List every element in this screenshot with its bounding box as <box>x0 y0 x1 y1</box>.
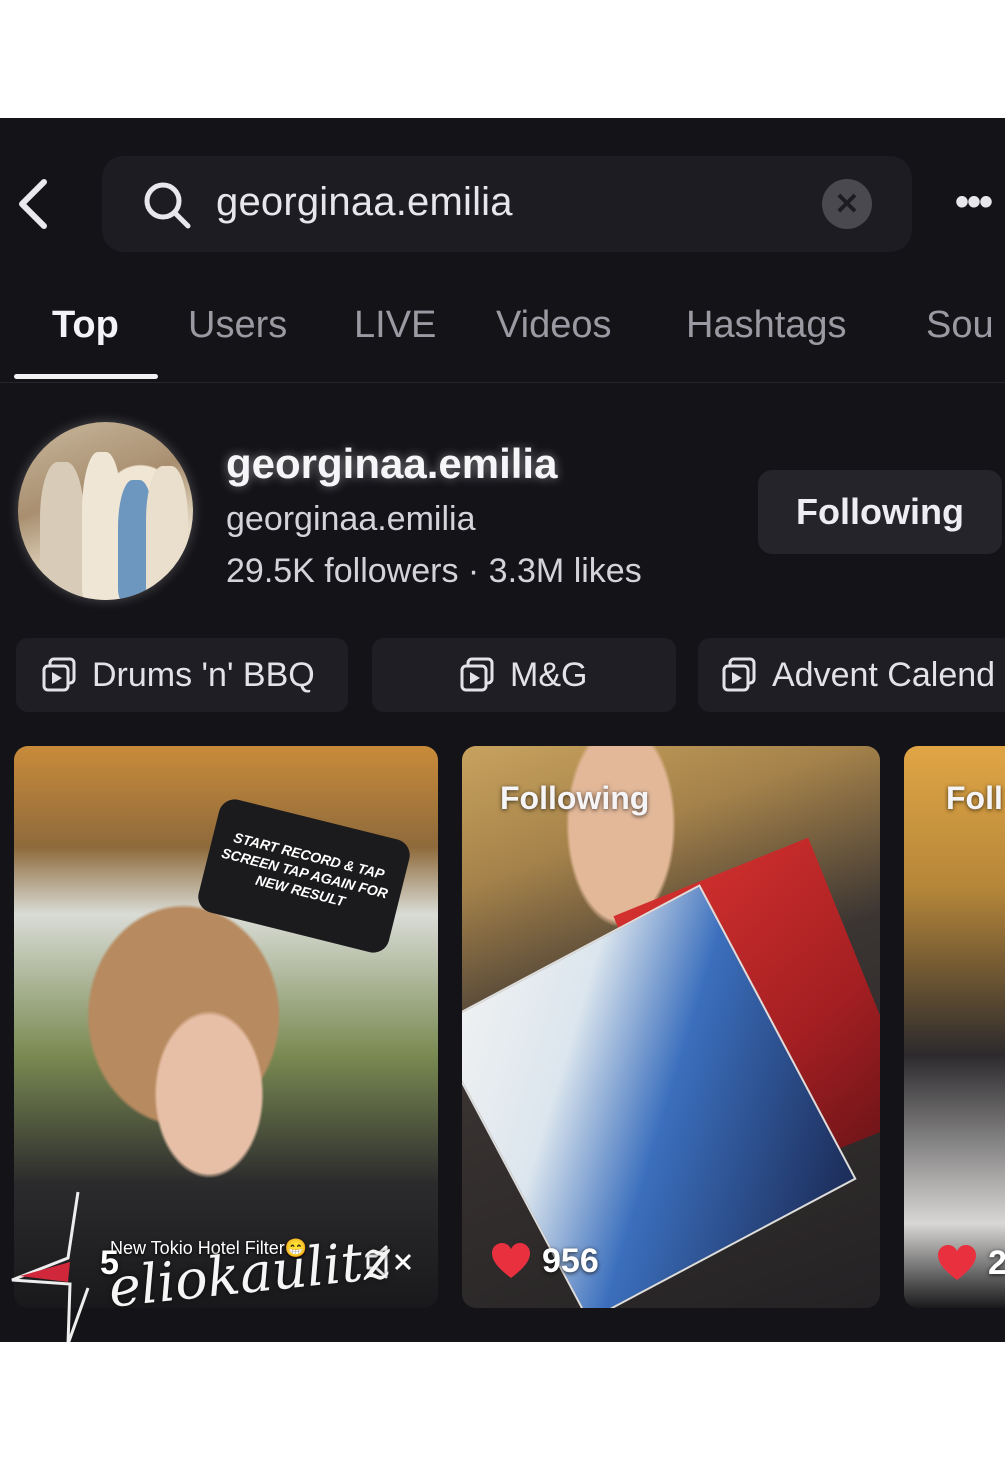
search-results-screen: georginaa.emilia ✕ ••• Top Users LIVE Vi… <box>0 118 1005 1342</box>
filter-sign: START RECORD & TAP SCREEN TAP AGAIN FOR … <box>194 796 414 956</box>
tab-hashtags[interactable]: Hashtags <box>686 304 847 347</box>
star-watermark-icon <box>11 1191 90 1342</box>
playlist-label: Drums 'n' BBQ <box>92 655 315 694</box>
playlist-chip[interactable]: Advent Calend <box>698 638 1005 712</box>
like-count: 956 <box>542 1242 599 1280</box>
tab-users[interactable]: Users <box>188 304 287 347</box>
tab-live[interactable]: LIVE <box>354 304 436 347</box>
results-tabs: Top Users LIVE Videos Hashtags Sou <box>0 296 1005 386</box>
user-handle: georginaa.emilia <box>226 500 476 538</box>
search-icon <box>144 182 191 229</box>
clear-search-icon[interactable]: ✕ <box>822 179 872 229</box>
like-count: 2 <box>988 1244 1005 1282</box>
playlist-chip[interactable]: M&G <box>372 638 676 712</box>
search-input[interactable]: georginaa.emilia <box>216 180 513 225</box>
avatar[interactable] <box>18 422 193 600</box>
tab-top[interactable]: Top <box>52 304 119 347</box>
user-stats: 29.5K followers · 3.3M likes <box>226 552 642 590</box>
tabs-divider <box>0 382 1005 383</box>
playlist-chip[interactable]: Drums 'n' BBQ <box>16 638 348 712</box>
video-card[interactable]: Following 956 <box>462 746 880 1308</box>
active-tab-indicator <box>14 374 158 379</box>
playlist-label: M&G <box>510 655 588 694</box>
tab-videos[interactable]: Videos <box>496 304 612 347</box>
more-options-icon[interactable]: ••• <box>955 180 993 225</box>
back-arrow-icon[interactable] <box>14 176 54 232</box>
playlist-icon <box>460 657 494 692</box>
search-bar[interactable]: georginaa.emilia ✕ <box>102 156 912 252</box>
following-badge: Foll <box>946 780 1003 816</box>
video-card[interactable]: Foll 2 <box>904 746 1005 1308</box>
following-badge: Following <box>500 780 650 816</box>
user-display-name[interactable]: georginaa.emilia <box>226 440 557 488</box>
playlist-icon <box>722 657 756 692</box>
tab-sounds[interactable]: Sou <box>926 304 994 347</box>
heart-icon <box>938 1245 976 1280</box>
playlist-icon <box>42 657 76 692</box>
following-button[interactable]: Following <box>758 470 1002 554</box>
playlist-label: Advent Calend <box>772 655 996 694</box>
heart-icon <box>492 1243 530 1278</box>
